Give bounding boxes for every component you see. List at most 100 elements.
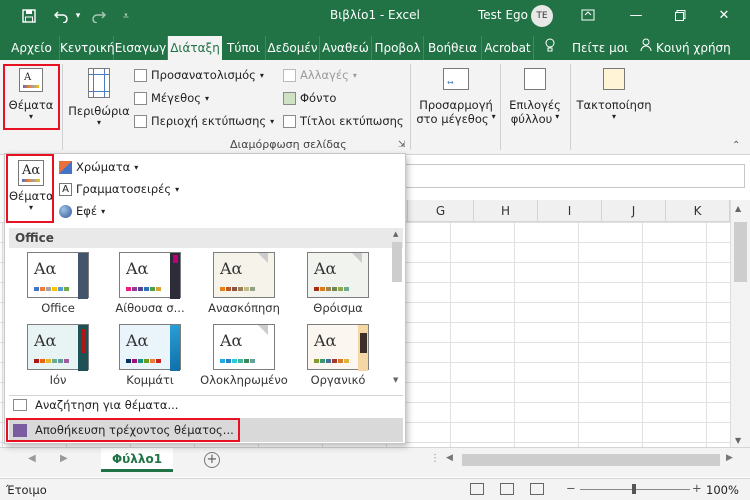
theme-thumbnail-integral[interactable]: Aα — [213, 324, 275, 370]
close-icon[interactable]: ✕ — [712, 4, 736, 26]
scroll-thumb[interactable] — [734, 222, 747, 282]
scale-to-fit-button[interactable]: ↔ Προσαρμογή στο μέγεθος ▾ — [416, 68, 496, 126]
prev-sheet-icon[interactable]: ◀ — [28, 453, 36, 464]
theme-sample-text: Aα — [34, 331, 57, 350]
restore-icon[interactable] — [668, 4, 692, 26]
page-break-view-icon[interactable] — [530, 483, 544, 495]
margins-button[interactable]: Περιθώρια ▾ — [68, 68, 130, 127]
scroll-left-icon[interactable]: ◀ — [446, 453, 453, 463]
scroll-right-icon[interactable]: ▶ — [726, 453, 733, 463]
chevron-down-icon: ▾ — [204, 93, 209, 103]
tab-acrobat[interactable]: Acrobat — [482, 36, 534, 60]
person-icon — [640, 36, 652, 60]
tab-data[interactable]: Δεδομέν — [266, 36, 320, 60]
theme-accent-mark — [81, 329, 86, 353]
theme-accent-strip — [170, 325, 180, 371]
effects-button[interactable]: Εφέ ▾ — [59, 204, 105, 218]
theme-thumbnail-organic[interactable]: Aα — [307, 324, 369, 371]
minimize-icon[interactable]: — — [624, 4, 648, 26]
theme-label: Ιόν — [49, 373, 67, 387]
undo-dropdown-icon[interactable]: ▾ — [72, 6, 84, 26]
column-header[interactable]: K — [666, 200, 730, 222]
colors-icon — [59, 160, 72, 174]
avatar[interactable]: TE — [531, 5, 553, 27]
theme-page-fold — [258, 325, 268, 335]
sheet-options-button[interactable]: Επιλογές φύλλου ▾ — [504, 68, 566, 126]
vertical-scrollbar[interactable]: ▲ ▼ — [730, 200, 750, 455]
column-header[interactable]: I — [538, 200, 602, 222]
page-layout-view-icon[interactable] — [500, 483, 514, 495]
sheet-tab[interactable]: Φύλλο1 — [101, 448, 173, 472]
theme-label: Οργανικό — [310, 373, 366, 387]
scroll-down-icon[interactable]: ▼ — [393, 376, 398, 384]
theme-sample-text: Aα — [126, 259, 149, 278]
redo-icon[interactable] — [88, 6, 110, 26]
browse-themes-item[interactable]: Αναζήτηση για θέματα... — [13, 398, 178, 412]
customize-quick-access-icon[interactable]: ⩡ — [118, 6, 134, 26]
tab-insert[interactable]: Εισαγωγ — [114, 36, 168, 60]
themes-icon: A — [19, 68, 43, 92]
user-name: Test Ego — [478, 8, 528, 22]
tab-home[interactable]: Κεντρική — [60, 36, 115, 60]
print-area-button[interactable]: Περιοχή εκτύπωσης ▾ — [134, 114, 274, 128]
tab-formulas[interactable]: Τύποι — [222, 36, 266, 60]
theme-label: Ανασκόπηση — [208, 301, 280, 315]
print-titles-button[interactable]: Τίτλοι εκτύπωσης — [283, 114, 404, 128]
more-options-icon[interactable]: ⋮ — [430, 453, 440, 464]
ribbon-display-icon[interactable] — [576, 4, 600, 26]
zoom-in-icon[interactable]: + — [692, 481, 702, 495]
gallery-scroll-thumb[interactable] — [392, 242, 402, 282]
tab-view[interactable]: Προβολ — [372, 36, 424, 60]
size-button[interactable]: Μέγεθος ▾ — [134, 91, 209, 105]
tab-review[interactable]: Αναθεώ — [320, 36, 372, 60]
dialog-launcher-icon[interactable]: ⇲ — [398, 140, 406, 150]
theme-sample-text: Aα — [126, 331, 149, 350]
separator — [410, 64, 411, 150]
zoom-level[interactable]: 100% — [706, 483, 739, 497]
theme-thumbnail-wisp[interactable]: Aα — [307, 252, 369, 298]
column-header[interactable]: H — [474, 200, 538, 222]
tell-me-input[interactable]: Πείτε μοι — [572, 36, 628, 60]
scroll-up-icon[interactable]: ▲ — [735, 204, 741, 213]
undo-icon[interactable] — [50, 6, 72, 26]
save-theme-item[interactable]: Αποθήκευση τρέχοντος θέματος... — [9, 418, 403, 442]
add-sheet-icon[interactable]: + — [204, 452, 220, 468]
share-button[interactable]: Κοινή χρήση — [656, 36, 731, 60]
orientation-button[interactable]: Προσανατολισμός ▾ — [134, 68, 264, 82]
print-area-icon — [134, 114, 147, 128]
theme-thumbnail-office[interactable]: Aα — [27, 252, 89, 299]
zoom-out-icon[interactable]: − — [566, 481, 576, 495]
separator — [62, 64, 63, 150]
collapse-ribbon-icon[interactable]: ⌃ — [732, 140, 740, 151]
themes-button[interactable]: A Θέματα ▾ — [6, 68, 56, 121]
themes-button-dropdown[interactable]: Aα Θέματα ▾ — [9, 158, 54, 218]
size-label: Μέγεθος — [151, 91, 201, 105]
theme-thumbnail-auditorium[interactable]: Aα — [119, 252, 181, 299]
tab-page-layout[interactable]: Διάταξη — [168, 36, 222, 60]
theme-accent-mark — [360, 333, 367, 353]
tab-file[interactable]: Αρχείο — [4, 36, 60, 60]
tab-help[interactable]: Βοήθεια — [424, 36, 482, 60]
scroll-down-icon[interactable]: ▼ — [735, 436, 741, 445]
colors-button[interactable]: Χρώματα ▾ — [59, 160, 138, 174]
background-button[interactable]: Φόντο — [283, 91, 336, 105]
scroll-up-icon[interactable]: ▲ — [393, 230, 398, 238]
arrange-button[interactable]: Τακτοποίηση ▾ — [574, 68, 654, 121]
column-header[interactable]: J — [602, 200, 666, 222]
theme-thumbnail-slice[interactable]: Aα — [119, 324, 181, 371]
horizontal-scroll-thumb[interactable] — [462, 454, 720, 466]
theme-thumbnail-retrospect[interactable]: Aα — [213, 252, 275, 298]
theme-label: Θρόισμα — [313, 301, 363, 315]
fonts-button[interactable]: A Γραμματοσειρές ▾ — [59, 182, 179, 196]
zoom-slider-thumb[interactable] — [632, 484, 636, 494]
print-titles-label: Τίτλοι εκτύπωσης — [300, 114, 404, 128]
theme-sample-text: Aα — [314, 259, 337, 278]
theme-thumbnail-ion[interactable]: Aα — [27, 324, 89, 371]
breaks-button[interactable]: Αλλαγές ▾ — [283, 68, 357, 82]
normal-view-icon[interactable] — [470, 483, 484, 495]
save-icon[interactable] — [18, 6, 40, 26]
theme-sample-text: Aα — [34, 259, 57, 278]
scale-to-fit-label-1: Προσαρμογή — [419, 98, 493, 112]
next-sheet-icon[interactable]: ▶ — [60, 453, 68, 464]
column-header[interactable]: G — [408, 200, 474, 222]
